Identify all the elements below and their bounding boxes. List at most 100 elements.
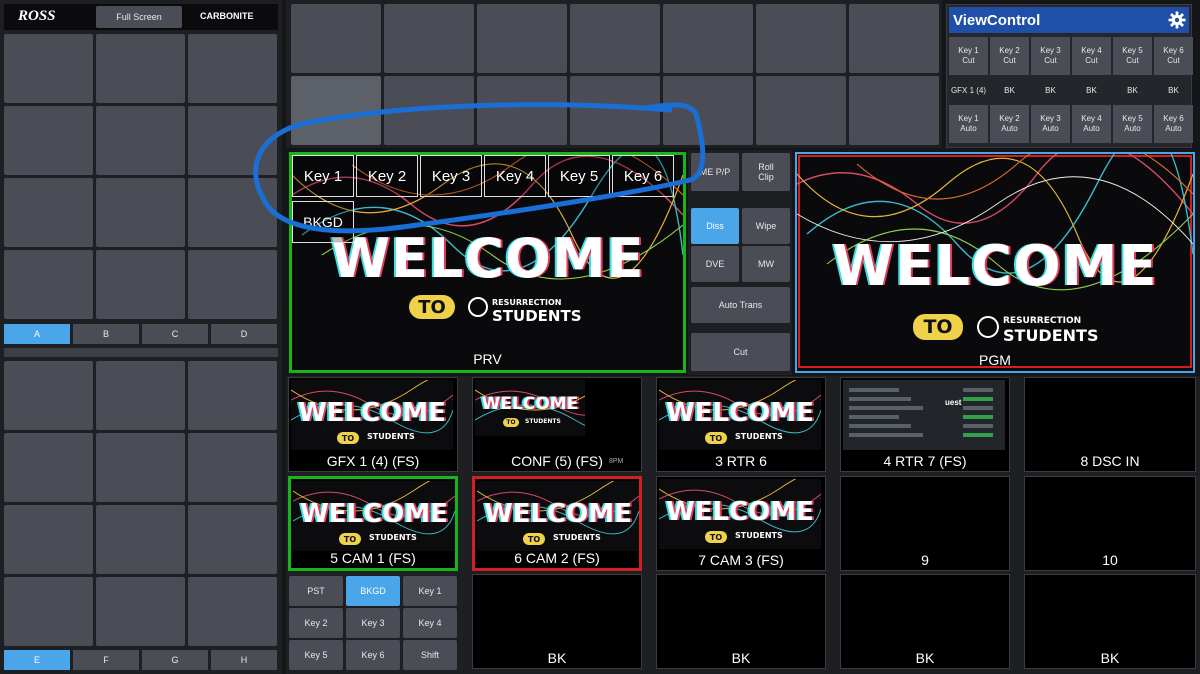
source-button[interactable]: 10 [1024, 476, 1196, 571]
diss-button[interactable]: Diss [691, 208, 739, 244]
tab-a[interactable]: A [4, 324, 70, 344]
program-monitor[interactable]: WELCOME TO RESURRECTION STUDENTS PGM [795, 152, 1195, 373]
dve-button[interactable]: DVE [691, 246, 739, 282]
key-cut-button[interactable]: Key 5 Cut [1113, 37, 1152, 75]
wipe-button[interactable]: Wipe [742, 208, 790, 244]
layer-button-shift[interactable]: Shift [403, 640, 457, 670]
top-grid-tile[interactable] [384, 76, 474, 145]
top-grid-tile[interactable] [756, 76, 846, 145]
top-grid-tile[interactable] [291, 4, 381, 73]
top-grid-tile[interactable] [477, 4, 567, 73]
left-bottom-tile[interactable] [4, 577, 93, 646]
left-bottom-tile[interactable] [96, 577, 185, 646]
top-grid-tile[interactable] [663, 4, 753, 73]
left-bottom-tile[interactable] [96, 433, 185, 502]
key-auto-button[interactable]: Key 3 Auto [1031, 105, 1070, 143]
auto-trans-button[interactable]: Auto Trans [691, 287, 790, 323]
left-top-tile[interactable] [188, 178, 277, 247]
left-bottom-tile[interactable] [4, 361, 93, 430]
source-button[interactable]: BK [472, 574, 642, 669]
source-button[interactable]: uest 4 RTR 7 (FS) [840, 377, 1010, 472]
layer-button-bkgd[interactable]: BKGD [346, 576, 400, 606]
source-button[interactable]: WELCOME TO STUDENTS 7 CAM 3 (FS) [656, 476, 826, 571]
top-grid-tile[interactable] [756, 4, 846, 73]
key-cut-button[interactable]: Key 6 Cut [1154, 37, 1193, 75]
left-top-tile[interactable] [96, 250, 185, 319]
left-bottom-tile[interactable] [4, 505, 93, 574]
layer-button-key-3[interactable]: Key 3 [346, 608, 400, 638]
left-top-tile[interactable] [4, 250, 93, 319]
source-label: 6 CAM 2 (FS) [514, 550, 600, 566]
left-top-tile[interactable] [4, 34, 93, 103]
left-top-tile[interactable] [96, 106, 185, 175]
left-bottom-tile[interactable] [96, 361, 185, 430]
left-bottom-tile[interactable] [188, 577, 277, 646]
key-auto-button[interactable]: Key 5 Auto [1113, 105, 1152, 143]
left-top-tile[interactable] [96, 178, 185, 247]
key-cut-button[interactable]: Key 2 Cut [990, 37, 1029, 75]
preview-monitor[interactable]: WELCOME TO RESURRECTION STUDENTS Key 1 Ke… [289, 152, 686, 373]
tab-f[interactable]: F [73, 650, 139, 670]
layer-button-key-6[interactable]: Key 6 [346, 640, 400, 670]
cut-button[interactable]: Cut [691, 333, 790, 371]
mw-button[interactable]: MW [742, 246, 790, 282]
key-cut-button[interactable]: Key 4 Cut [1072, 37, 1111, 75]
preview-key-overlay[interactable]: Key 4 [484, 155, 546, 197]
tab-g[interactable]: G [142, 650, 208, 670]
layer-button-key-2[interactable]: Key 2 [289, 608, 343, 638]
key-cut-button[interactable]: Key 3 Cut [1031, 37, 1070, 75]
preview-key-overlay[interactable]: Key 5 [548, 155, 610, 197]
layer-button-key-1[interactable]: Key 1 [403, 576, 457, 606]
me-pp-button[interactable]: ME P/P [691, 153, 739, 191]
tab-c[interactable]: C [142, 324, 208, 344]
source-button[interactable]: 9 [840, 476, 1010, 571]
key-auto-button[interactable]: Key 4 Auto [1072, 105, 1111, 143]
roll-clip-button[interactable]: Roll Clip [742, 153, 790, 191]
source-button[interactable]: WELCOME TO STUDENTS 8PM CONF (5) (FS) [472, 377, 642, 472]
top-grid-tile[interactable] [849, 76, 939, 145]
left-top-tile[interactable] [188, 106, 277, 175]
source-button[interactable]: WELCOME TO STUDENTS GFX 1 (4) (FS) [288, 377, 458, 472]
top-grid-tile[interactable] [384, 4, 474, 73]
preview-key-overlay[interactable]: Key 1 [292, 155, 354, 197]
source-button[interactable]: WELCOME TO STUDENTS 5 CAM 1 (FS) [288, 476, 458, 571]
tab-h[interactable]: H [211, 650, 277, 670]
left-bottom-tile[interactable] [188, 361, 277, 430]
left-bottom-tile[interactable] [188, 505, 277, 574]
left-top-tile[interactable] [188, 34, 277, 103]
source-button[interactable]: BK [840, 574, 1010, 669]
left-bottom-tile[interactable] [4, 433, 93, 502]
key-auto-button[interactable]: Key 6 Auto [1154, 105, 1193, 143]
full-screen-button[interactable]: Full Screen [96, 6, 182, 28]
preview-key-overlay[interactable]: Key 6 [612, 155, 674, 197]
top-grid-tile[interactable] [477, 76, 567, 145]
left-bottom-tile[interactable] [96, 505, 185, 574]
left-top-tile[interactable] [96, 34, 185, 103]
preview-key-overlay[interactable]: Key 2 [356, 155, 418, 197]
source-button[interactable]: BK [1024, 574, 1196, 669]
left-top-tile[interactable] [188, 250, 277, 319]
top-grid-tile[interactable] [570, 76, 660, 145]
left-bottom-tile[interactable] [188, 433, 277, 502]
layer-button-key-5[interactable]: Key 5 [289, 640, 343, 670]
key-cut-button[interactable]: Key 1 Cut [949, 37, 988, 75]
layer-button-pst[interactable]: PST [289, 576, 343, 606]
source-button[interactable]: 8 DSC IN [1024, 377, 1196, 472]
key-auto-button[interactable]: Key 1 Auto [949, 105, 988, 143]
key-auto-button[interactable]: Key 2 Auto [990, 105, 1029, 143]
top-grid-tile[interactable] [570, 4, 660, 73]
source-button[interactable]: WELCOME TO STUDENTS 3 RTR 6 [656, 377, 826, 472]
left-top-tile[interactable] [4, 178, 93, 247]
top-grid-tile[interactable] [291, 76, 381, 145]
tab-b[interactable]: B [73, 324, 139, 344]
gear-icon[interactable] [1167, 10, 1187, 30]
preview-key-overlay[interactable]: Key 3 [420, 155, 482, 197]
tab-e[interactable]: E [4, 650, 70, 670]
source-button[interactable]: BK [656, 574, 826, 669]
source-button[interactable]: WELCOME TO STUDENTS 6 CAM 2 (FS) [472, 476, 642, 571]
top-grid-tile[interactable] [663, 76, 753, 145]
layer-button-key-4[interactable]: Key 4 [403, 608, 457, 638]
left-top-tile[interactable] [4, 106, 93, 175]
tab-d[interactable]: D [211, 324, 277, 344]
top-grid-tile[interactable] [849, 4, 939, 73]
